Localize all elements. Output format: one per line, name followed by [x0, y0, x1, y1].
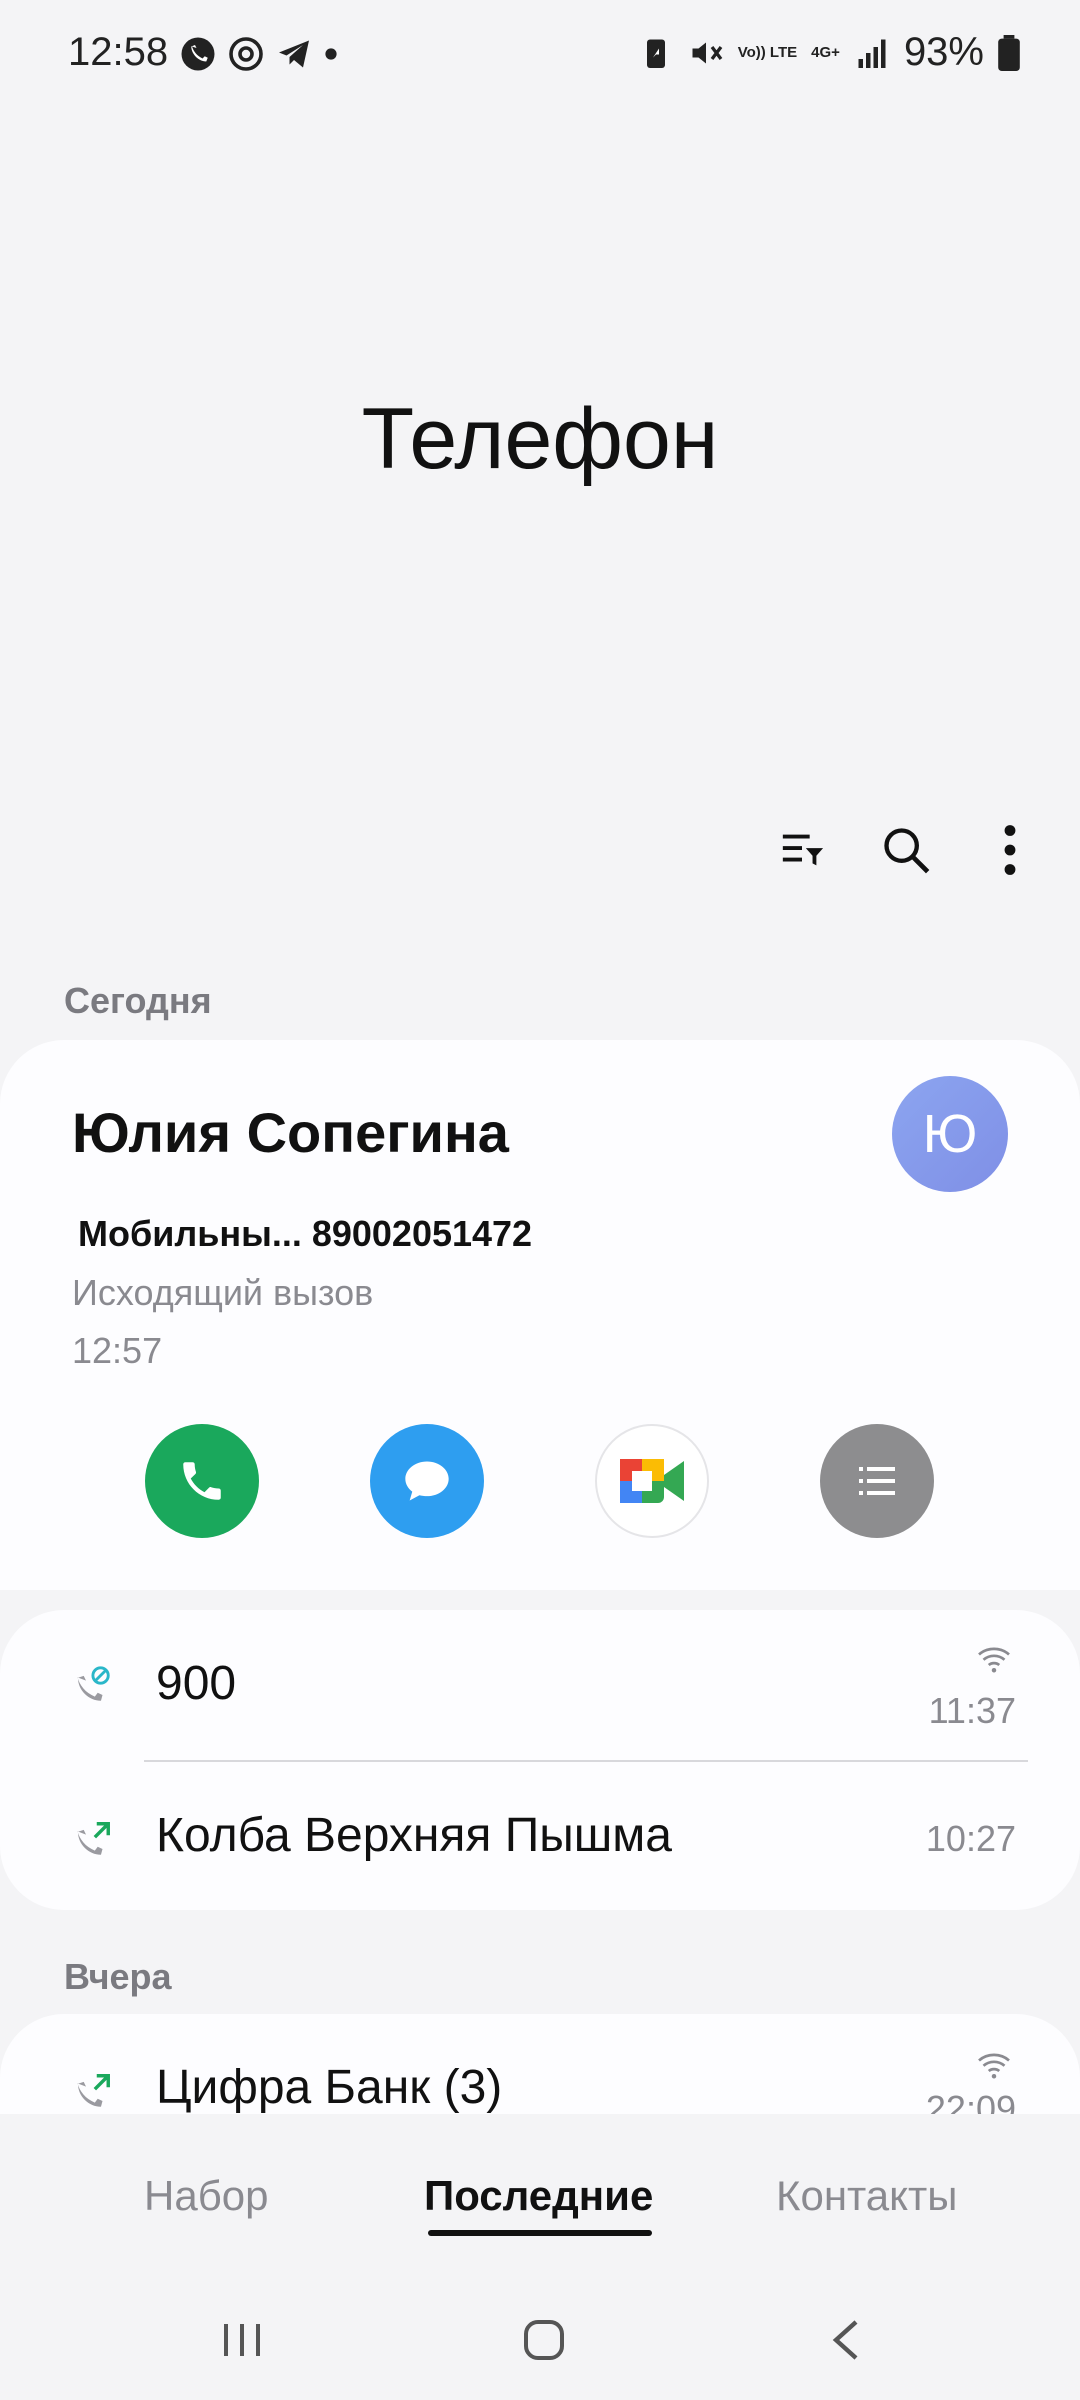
tab-active-indicator	[428, 2230, 652, 2236]
4g-icon: 4G+	[811, 43, 840, 61]
phone-icon	[183, 1462, 221, 1500]
status-time: 12:58	[68, 30, 169, 74]
message-button[interactable]	[370, 1424, 484, 1538]
outgoing-call-icon	[68, 1818, 114, 1869]
tab-contacts[interactable]: Контакты	[776, 2172, 957, 2220]
recent-apps-icon[interactable]	[202, 2300, 282, 2380]
status-right: Vo)) LTE 4G+ 93%	[638, 30, 1020, 75]
avatar[interactable]: Ю	[892, 1076, 1008, 1192]
more-vert-icon[interactable]	[980, 820, 1040, 880]
call-type: Исходящий вызов	[72, 1272, 374, 1313]
signal-icon	[858, 39, 886, 68]
call-button[interactable]	[145, 1424, 259, 1538]
tab-recents[interactable]: Последние	[424, 2172, 653, 2220]
home-icon[interactable]	[504, 2300, 584, 2380]
contact-name: Юлия Сопегина	[72, 1101, 509, 1164]
system-nav-bar	[0, 2300, 1080, 2380]
notification-icons	[180, 36, 338, 72]
wifi-call-icon	[976, 2050, 1012, 2085]
call-time: 12:57	[72, 1330, 163, 1371]
list-item[interactable]: Колба Верхняя Пышма	[156, 1808, 672, 1863]
phone-number: Мобильны... 89002051472	[78, 1213, 533, 1254]
call-time-clipped: 22:09	[926, 2088, 1016, 2114]
bottom-tabs: Набор Последние Контакты	[0, 2160, 1080, 2240]
battery-saver-icon	[646, 39, 665, 68]
at-sign-icon	[229, 37, 263, 71]
details-button[interactable]	[820, 1424, 934, 1538]
call-time: 10:27	[925, 1818, 1016, 1859]
divider	[144, 1760, 1028, 1762]
battery-percent: 93%	[903, 30, 984, 74]
page-title: Телефон	[361, 391, 719, 487]
filter-icon[interactable]	[772, 820, 832, 880]
section-yesterday: Вчера	[64, 1956, 172, 1997]
telegram-icon	[279, 40, 309, 68]
google-meet-icon	[620, 1459, 684, 1503]
tab-dial[interactable]: Набор	[144, 2172, 268, 2220]
section-today: Сегодня	[64, 980, 212, 1021]
search-icon[interactable]	[876, 820, 936, 880]
message-icon	[405, 1461, 449, 1501]
back-icon[interactable]	[806, 2300, 886, 2380]
battery-icon	[998, 34, 1020, 71]
video-meet-button[interactable]	[595, 1424, 709, 1538]
call-time: 11:37	[928, 1690, 1016, 1731]
list-icon	[859, 1467, 895, 1495]
phone-call-notification-icon	[181, 37, 215, 71]
dot-icon	[325, 48, 337, 60]
mute-icon	[692, 42, 723, 63]
wifi-call-icon	[976, 1644, 1012, 1679]
list-item[interactable]: 900	[156, 1656, 236, 1711]
toolbar	[772, 820, 1040, 880]
call-time: 22:09	[925, 2088, 1016, 2114]
blocked-call-icon	[68, 1664, 114, 1715]
list-item[interactable]: Цифра Банк (3)	[156, 2060, 502, 2115]
volte-icon: Vo)) LTE	[737, 43, 798, 61]
